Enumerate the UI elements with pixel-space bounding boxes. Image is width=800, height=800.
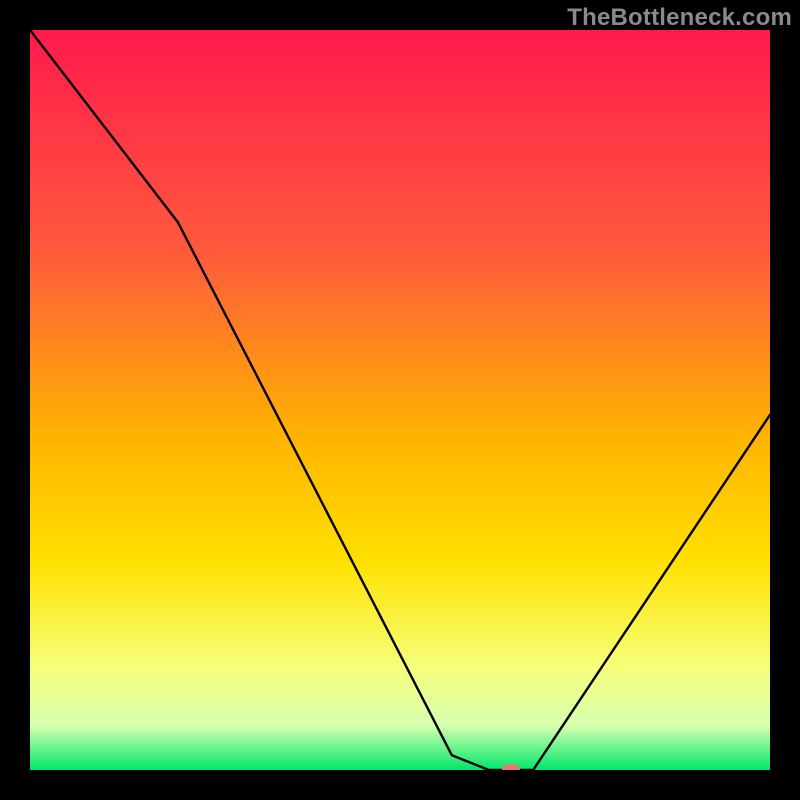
- gradient-rect: [30, 30, 770, 770]
- chart-frame: TheBottleneck.com: [0, 0, 800, 800]
- chart-svg: [30, 30, 770, 770]
- watermark-text: TheBottleneck.com: [567, 4, 792, 32]
- plot-area: [30, 30, 770, 770]
